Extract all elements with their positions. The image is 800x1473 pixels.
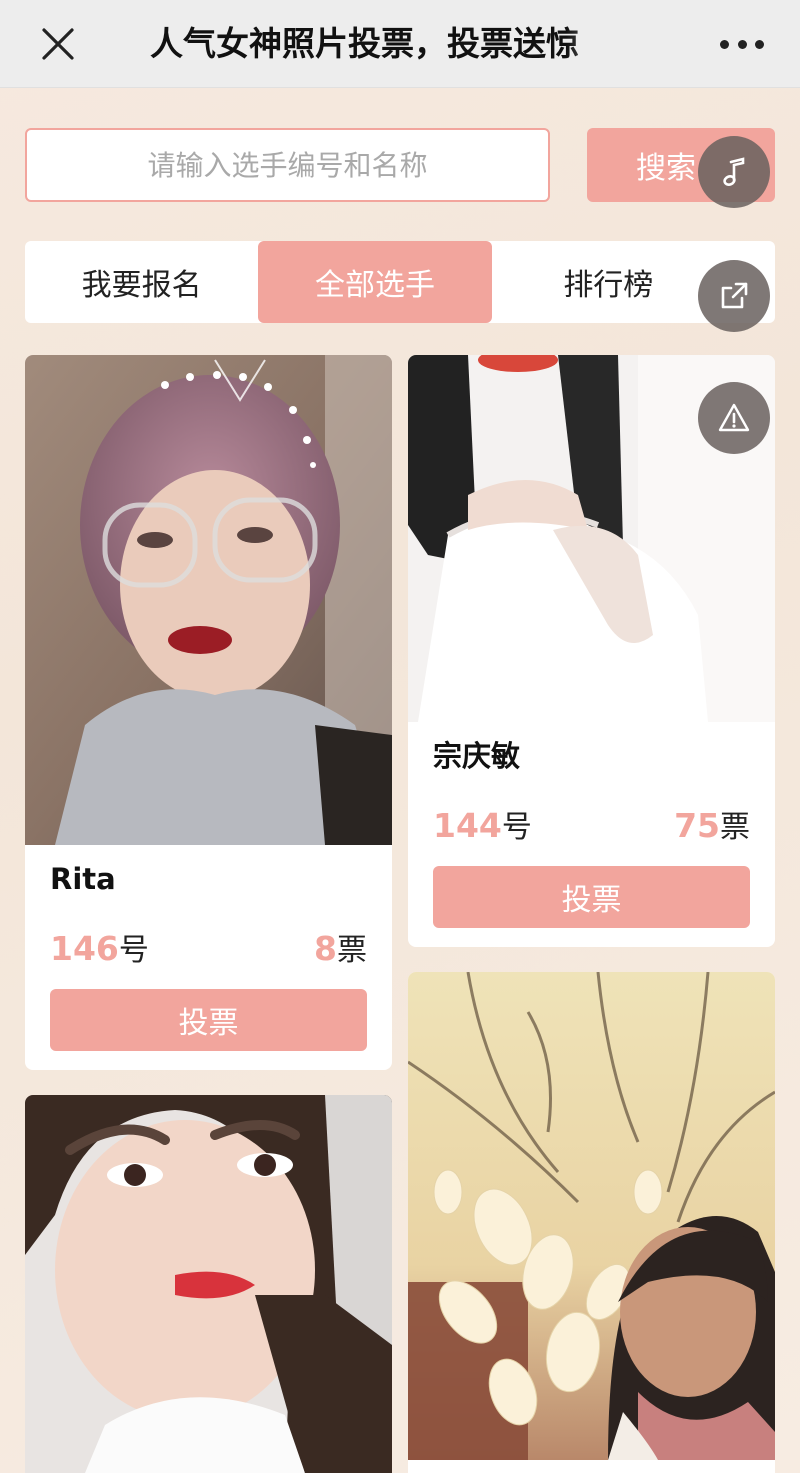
tab-bar: 我要报名 全部选手 排行榜	[25, 241, 775, 323]
contestant-votes: 8票	[314, 925, 367, 969]
contestant-photo[interactable]	[408, 972, 775, 1460]
contestant-number: 144号	[433, 802, 532, 846]
tab-all-contestants[interactable]: 全部选手	[258, 241, 492, 323]
votes-value: 75	[674, 806, 720, 845]
contestant-card[interactable]: Rita 146号 8票 投票	[25, 355, 392, 1070]
top-nav-bar: 人气女神照片投票，投票送惊	[0, 0, 800, 88]
contestant-stats: 146号 8票	[25, 925, 392, 969]
contestant-votes: 75票	[674, 802, 750, 846]
contestant-card[interactable]	[25, 1095, 392, 1473]
report-warning-icon[interactable]	[698, 382, 770, 454]
page-title: 人气女神照片投票，投票送惊	[150, 24, 579, 63]
number-unit: 号	[118, 933, 149, 968]
votes-unit: 票	[337, 933, 367, 968]
contestant-number: 146号	[50, 925, 149, 969]
contestant-name: Rita	[50, 862, 116, 896]
number-unit: 号	[501, 810, 532, 845]
votes-value: 8	[314, 929, 337, 968]
contestant-card[interactable]	[408, 972, 775, 1473]
contestant-photo[interactable]	[25, 1095, 392, 1473]
close-icon[interactable]	[36, 22, 80, 66]
number-value: 146	[50, 929, 119, 968]
search-input[interactable]	[25, 128, 550, 202]
votes-unit: 票	[720, 810, 750, 845]
number-value: 144	[433, 806, 502, 845]
vote-button[interactable]: 投票	[433, 866, 750, 928]
contestant-photo[interactable]	[25, 355, 392, 845]
contestant-name: 宗庆敏	[433, 739, 521, 773]
more-options-icon[interactable]	[720, 26, 764, 62]
contestant-stats: 144号 75票	[408, 802, 775, 846]
music-note-icon[interactable]	[698, 136, 770, 208]
vote-button[interactable]: 投票	[50, 989, 367, 1051]
share-icon[interactable]	[698, 260, 770, 332]
tab-register[interactable]: 我要报名	[25, 241, 258, 323]
